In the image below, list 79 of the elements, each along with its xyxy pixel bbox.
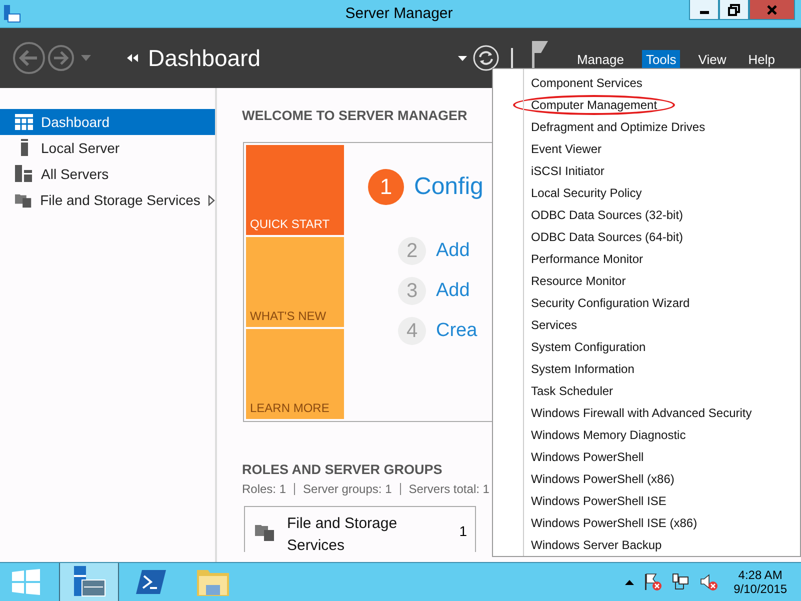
menu-item[interactable]: Computer Management [493,94,800,116]
menu-item[interactable]: System Configuration [493,336,800,358]
card-count: 1 [459,523,467,539]
menu-item[interactable]: System Information [493,358,800,380]
menu-item[interactable]: Windows PowerShell ISE [493,490,800,512]
menu-item[interactable]: Performance Monitor [493,248,800,270]
servers-icon [15,165,33,183]
clock-time[interactable]: 4:28 AM [738,568,782,582]
folders-icon [255,523,275,541]
minimize-button[interactable] [689,0,719,20]
menu-item[interactable]: Manage [572,50,628,68]
grid-icon [15,114,33,130]
step-number: 3 [398,277,426,305]
menu-item[interactable]: Resource Monitor [493,270,800,292]
menu-item[interactable]: Local Security Policy [493,182,800,204]
restore-button[interactable] [719,0,749,20]
powershell-icon [136,570,166,594]
menu-item[interactable]: Services [493,314,800,336]
expand-arrow-icon[interactable] [208,194,215,206]
flag-icon[interactable] [530,40,549,70]
speaker-muted-icon[interactable] [700,573,718,591]
menu-item[interactable]: Event Viewer [493,138,800,160]
sidebar-item[interactable]: File and Storage Services [0,187,215,213]
summary-text: Roles: 1 [242,482,286,496]
breadcrumb: Dashboard [148,44,261,72]
menu-item[interactable]: Windows Firewall with Advanced Security [493,402,800,424]
menu-item[interactable]: iSCSI Initiator [493,160,800,182]
step-link[interactable]: Crea [436,320,478,342]
menu-item[interactable]: Security Configuration Wizard [493,292,800,314]
sidebar-item[interactable]: All Servers [0,161,215,187]
step-number: 2 [398,237,426,265]
step-link[interactable]: Add [436,280,470,302]
minimize-icon [700,11,708,14]
menu-item[interactable]: Windows Server Backup [493,534,800,556]
sidebar-item[interactable]: Local Server [0,135,215,161]
menu-item[interactable]: View [694,50,730,68]
step-number: 4 [398,317,426,345]
menu-item[interactable]: ODBC Data Sources (32-bit) [493,204,800,226]
network-icon[interactable] [672,573,690,591]
taskbar-button[interactable] [59,563,119,601]
forward-icon[interactable] [47,44,75,72]
step-link[interactable]: Config [414,173,484,201]
tile[interactable]: WHAT'S NEW [246,237,344,327]
refresh-icon[interactable] [472,45,499,71]
close-icon [766,4,778,14]
menu-item[interactable]: Windows PowerShell [493,446,800,468]
dropdown-icon[interactable] [458,56,467,60]
menu-item[interactable]: Help [744,50,779,68]
section-title: WELCOME TO SERVER MANAGER [242,108,468,123]
section-title: ROLES AND SERVER GROUPS [242,462,444,477]
menu-item[interactable]: ODBC Data Sources (64-bit) [493,226,800,248]
step-number: 1 [368,169,404,205]
start-icon[interactable] [12,569,40,595]
restore-icon [728,4,740,16]
menu-item[interactable]: Task Scheduler [493,380,800,402]
flag-error-icon[interactable] [644,573,662,591]
menu-item[interactable]: Windows PowerShell ISE (x86) [493,512,800,534]
menu-item[interactable]: Tools [642,50,680,68]
app-icon [3,4,21,24]
menu-item[interactable]: Windows PowerShell (x86) [493,468,800,490]
history-dropdown-icon[interactable] [81,55,91,61]
double-arrow-icon [127,54,139,62]
folder-icon [197,568,229,596]
folders-icon [15,192,32,208]
window-title: Server Manager [344,5,454,22]
summary-text: Server groups: 1 [303,482,392,496]
close-button[interactable] [749,0,795,20]
sidebar-item[interactable]: Dashboard [0,109,215,135]
show-hidden-icons-icon[interactable] [624,580,634,584]
summary-text: Servers total: 1 [408,482,490,496]
tile[interactable]: LEARN MORE [246,329,344,419]
step-link[interactable]: Add [436,240,470,262]
card-title: File and Storage Services [287,514,398,552]
clock-date[interactable]: 9/10/2015 [734,582,787,596]
back-icon[interactable] [12,41,46,75]
menu-item[interactable]: Component Services [493,72,800,94]
server-toolbox-icon [72,566,106,598]
menu-item[interactable]: Windows Memory Diagnostic [493,424,800,446]
menu-item[interactable]: Defragment and Optimize Drives [493,116,800,138]
